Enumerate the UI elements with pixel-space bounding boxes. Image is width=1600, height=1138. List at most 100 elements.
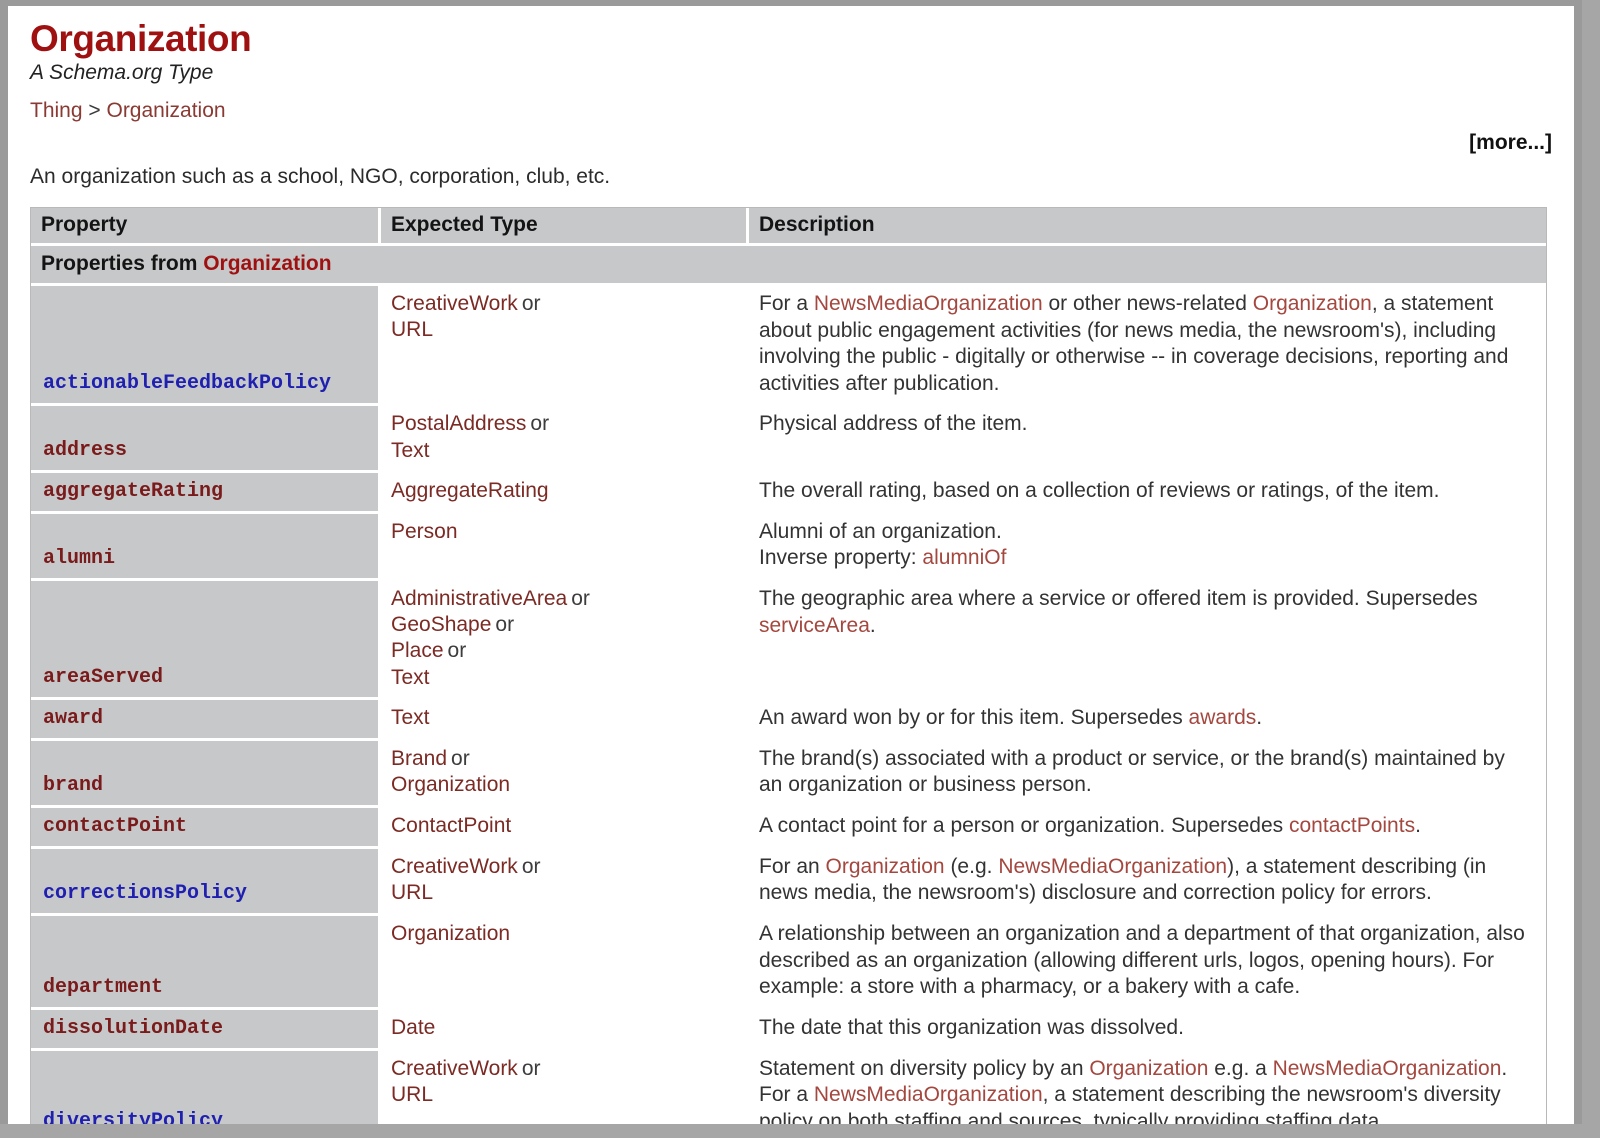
type-or-separator: or [521, 291, 541, 315]
description-cell: An award won by or for this item. Supers… [749, 699, 1546, 741]
description-link[interactable]: NewsMediaOrganization [814, 292, 1043, 315]
vertical-scrollbar[interactable] [1582, 0, 1600, 1138]
property-link[interactable]: actionableFeedbackPolicy [43, 372, 331, 395]
description-cell: A contact point for a person or organiza… [749, 807, 1546, 849]
property-link[interactable]: contactPoint [43, 815, 187, 838]
expected-type-link[interactable]: Person [391, 520, 458, 543]
description-link[interactable]: contactPoints [1289, 814, 1415, 837]
expected-type-link[interactable]: PostalAddress [391, 412, 526, 435]
description-text: e.g. a [1208, 1056, 1273, 1080]
expected-type-link[interactable]: Organization [391, 773, 510, 796]
column-header-expected-type: Expected Type [381, 207, 749, 246]
browser-window-frame: Organization A Schema.org Type Thing > O… [0, 0, 1600, 1138]
description-text: . [869, 613, 876, 637]
description-link[interactable]: Organization [1253, 292, 1372, 315]
expected-type-cell: ContactPoint [381, 807, 749, 849]
expected-type-link[interactable]: Organization [391, 922, 510, 945]
expected-type-cell: Person [381, 513, 749, 581]
table-row: award Text An award won by or for this ite… [31, 699, 1546, 741]
description-link[interactable]: awards [1189, 706, 1257, 729]
table-row: brand Brand or Organization The brand(s) ass… [31, 740, 1546, 808]
expected-type-cell: Date [381, 1009, 749, 1051]
expected-type-cell: Text [381, 699, 749, 741]
expected-type-link[interactable]: AdministrativeArea [391, 587, 567, 610]
property-link[interactable]: department [43, 976, 163, 999]
description-link[interactable]: Organization [826, 855, 945, 878]
table-row: contactPoint ContactPoint A contact point … [31, 807, 1546, 849]
description-text: Physical address of the item. [759, 412, 1028, 436]
description-text: The overall rating, based on a collectio… [759, 478, 1440, 502]
property-cell: dissolutionDate [31, 1009, 381, 1051]
expected-type-cell: Brand or Organization [381, 740, 749, 808]
more-link[interactable]: [more...] [1469, 131, 1552, 155]
description-link[interactable]: NewsMediaOrganization [1273, 1057, 1502, 1080]
description-text: . [1415, 813, 1421, 837]
table-body: Properties from Organization actionableF… [31, 245, 1546, 1126]
description-text: The date that this organization was diss… [759, 1015, 1184, 1039]
property-link[interactable]: address [43, 439, 127, 462]
description-text: For an [759, 854, 826, 878]
type-or-separator: or [451, 746, 470, 770]
table-header-row: Property Expected Type Description [31, 207, 1546, 246]
type-description: An organization such as a school, NGO, c… [30, 164, 611, 188]
description-text: or other news-related [1042, 291, 1253, 315]
page-content: Organization A Schema.org Type Thing > O… [8, 6, 1574, 1126]
expected-type-link[interactable]: URL [391, 318, 433, 341]
property-link[interactable]: dissolutionDate [43, 1017, 223, 1040]
expected-type-link[interactable]: URL [391, 1083, 433, 1106]
description-link[interactable]: Organization [1089, 1057, 1208, 1080]
expected-type-link[interactable]: AggregateRating [391, 479, 549, 502]
property-link[interactable]: aggregateRating [43, 480, 223, 503]
breadcrumb-separator: > [88, 98, 101, 122]
table-row: department Organization A relationship bet… [31, 915, 1546, 1010]
type-or-separator: or [521, 854, 541, 878]
table-row: aggregateRating AggregateRating The overal… [31, 472, 1546, 514]
expected-type-link[interactable]: Text [391, 706, 430, 729]
description-cell: Alumni of an organization. Inverse proper… [749, 513, 1546, 581]
content-container: Organization A Schema.org Type Thing > O… [8, 6, 1574, 1126]
property-cell: address [31, 406, 381, 473]
table-row: diversityPolicy CreativeWork or URL Statemen… [31, 1050, 1546, 1126]
expected-type-link[interactable]: CreativeWork [391, 292, 518, 315]
expected-type-link[interactable]: Date [391, 1016, 435, 1039]
expected-type-link[interactable]: URL [391, 881, 433, 904]
property-link[interactable]: alumni [43, 547, 115, 570]
property-cell: alumni [31, 513, 381, 581]
property-cell: areaServed [31, 580, 381, 700]
property-link[interactable]: areaServed [43, 666, 163, 689]
description-text: Alumni of an organization. [759, 519, 1002, 543]
expected-type-cell: CreativeWork or URL [381, 1050, 749, 1126]
description-link[interactable]: NewsMediaOrganization [814, 1083, 1043, 1106]
description-cell: For an Organization (e.g. NewsMediaOrgan… [749, 848, 1546, 916]
description-text: Statement on diversity policy by an [759, 1056, 1090, 1080]
breadcrumb-link-organization[interactable]: Organization [106, 99, 225, 122]
expected-type-link[interactable]: CreativeWork [391, 855, 518, 878]
type-or-separator: or [521, 1056, 541, 1080]
section-type-link[interactable]: Organization [203, 252, 331, 275]
expected-type-link[interactable]: Place [391, 639, 444, 662]
expected-type-link[interactable]: CreativeWork [391, 1057, 518, 1080]
description-text: (e.g. [944, 854, 999, 878]
expected-type-link[interactable]: Text [391, 666, 430, 689]
expected-type-link[interactable]: Text [391, 439, 430, 462]
expected-type-link[interactable]: GeoShape [391, 613, 491, 636]
expected-type-link[interactable]: Brand [391, 747, 447, 770]
expected-type-link[interactable]: ContactPoint [391, 814, 511, 837]
horizontal-scrollbar[interactable] [0, 1124, 1600, 1138]
type-or-separator: or [447, 639, 467, 663]
description-link[interactable]: NewsMediaOrganization [998, 855, 1227, 878]
type-or-separator: or [571, 586, 590, 610]
section-prefix: Properties from [41, 251, 198, 275]
description-link[interactable]: serviceArea [759, 614, 870, 637]
description-cell: The brand(s) associated with a product o… [749, 740, 1546, 808]
type-or-separator: or [495, 613, 515, 637]
description-text: The brand(s) associated with a product o… [759, 746, 1505, 797]
breadcrumb-link-thing[interactable]: Thing [30, 99, 83, 122]
property-cell: correctionsPolicy [31, 848, 381, 916]
property-link[interactable]: brand [43, 774, 103, 797]
property-link[interactable]: correctionsPolicy [43, 882, 247, 905]
description-link[interactable]: alumniOf [922, 546, 1006, 569]
property-cell: actionableFeedbackPolicy [31, 285, 381, 407]
property-link[interactable]: award [43, 707, 103, 730]
property-cell: diversityPolicy [31, 1050, 381, 1126]
